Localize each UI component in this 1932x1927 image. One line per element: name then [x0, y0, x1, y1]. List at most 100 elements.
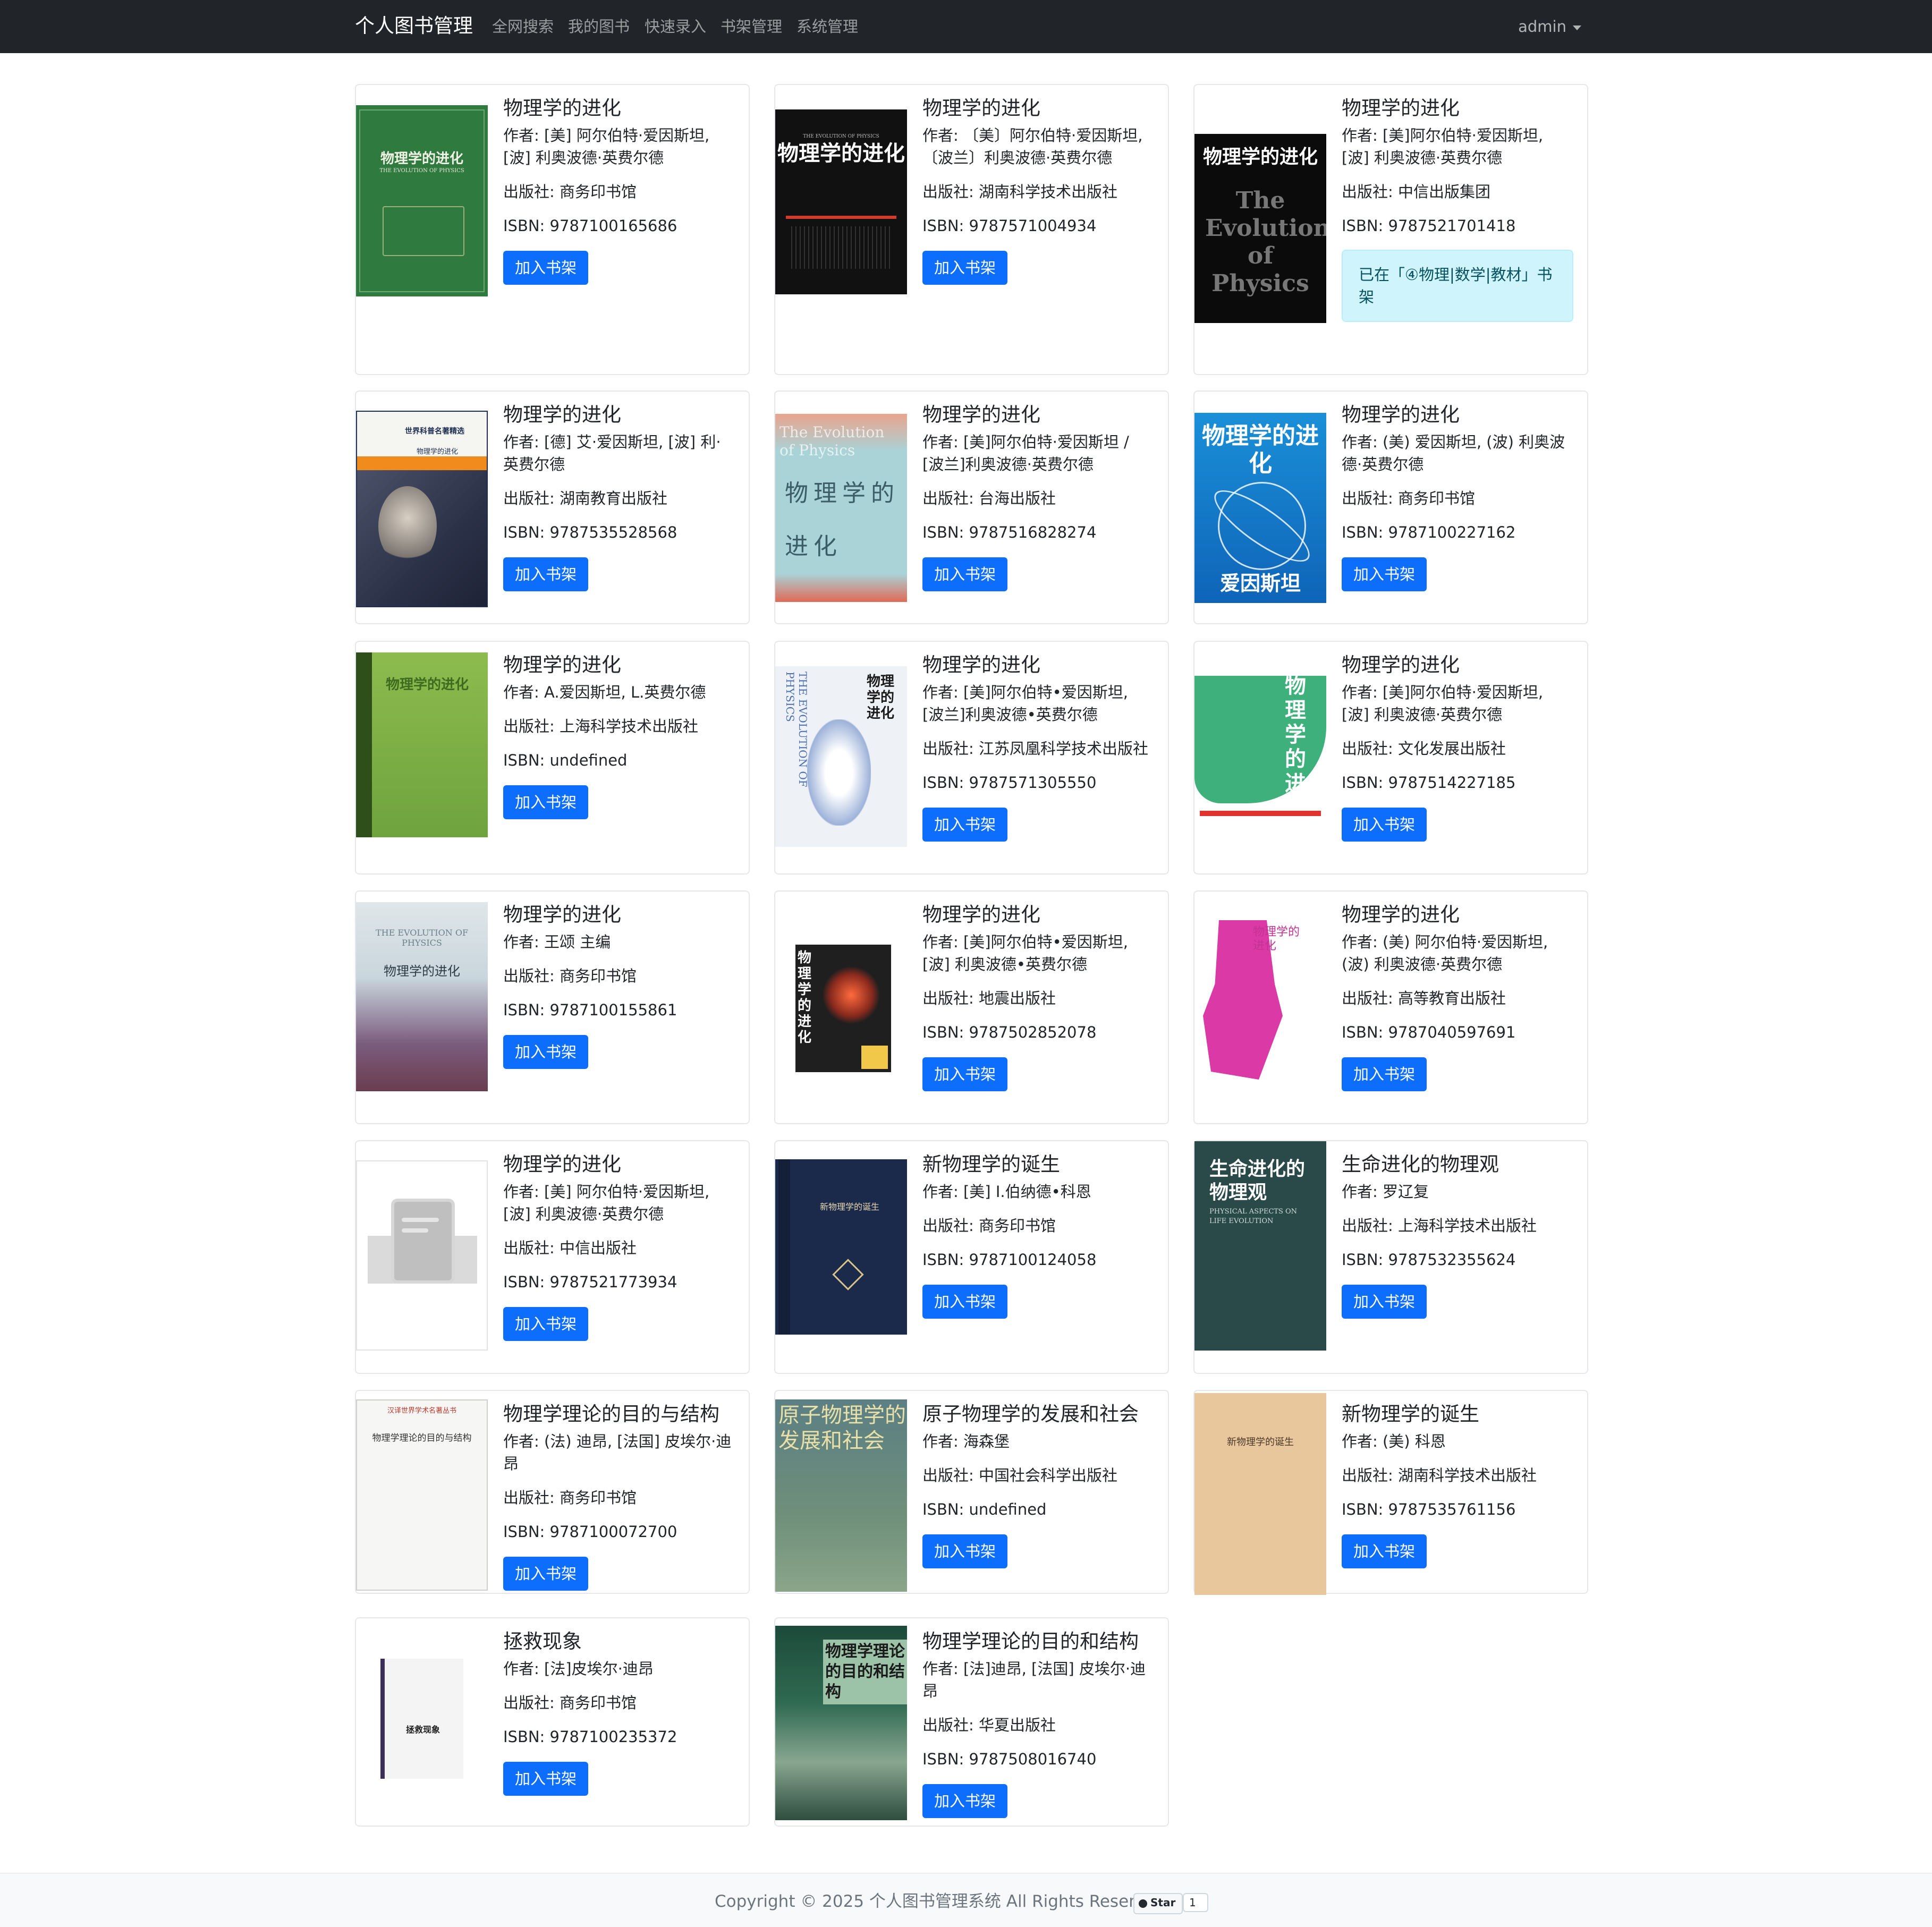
add-to-shelf-button[interactable]: 加入书架	[1342, 557, 1427, 591]
book-author: 作者: (美) 爱因斯坦, (波) 利奥波德·英费尔德	[1342, 433, 1565, 473]
add-to-shelf-button[interactable]: 加入书架	[922, 251, 1008, 285]
book-card: 物理学的进化 THE EVOLUTION OF PHYSICS 物理学的进化 作…	[355, 84, 750, 375]
book-publisher: 出版社: 高等教育出版社	[1342, 989, 1506, 1007]
book-isbn: ISBN: 9787535761156	[1342, 1500, 1516, 1518]
add-to-shelf-button[interactable]: 加入书架	[1342, 1285, 1427, 1319]
add-to-shelf-button[interactable]: 加入书架	[503, 557, 589, 591]
add-to-shelf-button[interactable]: 加入书架	[503, 1762, 589, 1796]
book-publisher: 出版社: 商务印书馆	[503, 1489, 637, 1507]
book-publisher: 出版社: 商务印书馆	[1342, 489, 1475, 507]
book-author: 作者: (法) 迪昂, [法国] 皮埃尔·迪昂	[503, 1432, 732, 1473]
book-isbn: ISBN: 9787571004934	[922, 217, 1097, 235]
add-to-shelf-button[interactable]: 加入书架	[922, 1285, 1008, 1319]
nav-link-shelf-management[interactable]: 书架管理	[721, 15, 782, 38]
book-cover: 物理学的进化 爱因斯坦	[1194, 413, 1326, 603]
book-isbn: ISBN: 9787516828274	[922, 523, 1097, 541]
book-isbn: ISBN: 9787100124058	[922, 1251, 1097, 1269]
book-title: 物理学的进化	[1342, 653, 1460, 676]
book-isbn: ISBN: 9787514227185	[1342, 774, 1516, 792]
book-isbn: ISBN: undefined	[503, 751, 628, 769]
book-cover: 物理学的进化 THE EVOLUTION OF PHYSICS	[775, 666, 907, 847]
book-author: 作者: [法]迪昂, [法国] 皮埃尔·迪昂	[922, 1660, 1146, 1700]
book-author: 作者: 王颂 主编	[503, 933, 611, 951]
book-cover: 物理学的进化	[1194, 920, 1326, 1096]
book-cover: 汉译世界学术名著丛书 物理学理论的目的与结构	[356, 1399, 488, 1591]
book-title: 物理学的进化	[503, 97, 621, 120]
book-title: 新物理学的诞生	[1342, 1403, 1479, 1425]
add-to-shelf-button[interactable]: 加入书架	[922, 557, 1008, 591]
book-card: 物理学的进化 THE EVOLUTION OF PHYSICS 物理学的进化 作…	[774, 84, 1169, 375]
book-author: 作者: 罗辽复	[1342, 1183, 1429, 1201]
top-navbar: 个人图书管理 全网搜索 我的图书 快速录入 书架管理 系统管理 admin	[0, 0, 1932, 53]
book-publisher: 出版社: 江苏凤凰科学技术出版社	[922, 740, 1148, 758]
book-isbn: ISBN: 9787040597691	[1342, 1023, 1516, 1041]
book-publisher: 出版社: 商务印书馆	[503, 183, 637, 201]
book-publisher: 出版社: 湖南科学技术出版社	[922, 183, 1117, 201]
add-to-shelf-button[interactable]: 加入书架	[503, 1307, 589, 1341]
book-cover: 新物理学的诞生	[775, 1159, 907, 1335]
book-isbn: ISBN: 9787521701418	[1342, 217, 1516, 235]
add-to-shelf-button[interactable]: 加入书架	[922, 1534, 1008, 1568]
add-to-shelf-button[interactable]: 加入书架	[503, 785, 589, 819]
book-title: 物理学的进化	[922, 403, 1040, 426]
book-cover: 物理学的进化	[356, 652, 488, 837]
add-to-shelf-button[interactable]: 加入书架	[922, 808, 1008, 842]
caret-down-icon	[1573, 25, 1581, 30]
book-author: 作者: (美) 科恩	[1342, 1432, 1446, 1450]
add-to-shelf-button[interactable]: 加入书架	[503, 1035, 589, 1069]
book-cover: THE EVOLUTION OF PHYSICS 物理学的进化	[356, 902, 488, 1091]
book-title: 原子物理学的发展和社会	[922, 1403, 1139, 1425]
book-isbn: ISBN: 9787535528568	[503, 523, 677, 541]
book-author: 作者: (美) 阿尔伯特·爱因斯坦, (波) 利奥波德·英费尔德	[1342, 933, 1548, 973]
book-author: 作者: [美] 阿尔伯特·爱因斯坦, [波] 利奥波德·英费尔德	[503, 126, 710, 167]
book-title: 物理学的进化	[922, 97, 1040, 120]
book-cover: 生命进化的物理观 PHYSICAL ASPECTS ON LIFE EVOLUT…	[1194, 1141, 1326, 1351]
book-title: 物理学的进化	[1342, 403, 1460, 426]
book-title: 物理学理论的目的和结构	[922, 1630, 1139, 1653]
nav-link-my-books[interactable]: 我的图书	[568, 15, 630, 38]
book-author: 作者: 海森堡	[922, 1432, 1010, 1450]
add-to-shelf-button[interactable]: 加入书架	[1342, 1057, 1427, 1091]
book-isbn: ISBN: 9787502852078	[922, 1023, 1097, 1041]
book-card: 拯救现象 拯救现象 作者: [法]皮埃尔·迪昂 出版社: 商务印书馆 ISBN:…	[355, 1617, 750, 1827]
book-author: 作者: [美]阿尔伯特·爱因斯坦 / [波兰]利奥波德·英费尔德	[922, 433, 1129, 473]
book-author: 作者: [法]皮埃尔·迪昂	[503, 1660, 654, 1678]
book-title: 物理学的进化	[1342, 97, 1460, 120]
book-card: 物理学的进化 The Evolution of Physics 物理学的进化 作…	[1193, 84, 1588, 375]
book-publisher: 出版社: 中国社会科学出版社	[922, 1466, 1117, 1484]
add-to-shelf-button[interactable]: 加入书架	[1342, 1534, 1427, 1568]
already-on-shelf-notice: 已在「④物理|数学|教材」书架	[1342, 250, 1573, 322]
nav-link-search[interactable]: 全网搜索	[492, 15, 554, 38]
page-footer: Copyright © 2025 个人图书管理系统 All Rights Res…	[0, 1873, 1932, 1927]
book-isbn: ISBN: 9787100155861	[503, 1001, 677, 1019]
book-author: 作者: [德] 艾·爱因斯坦, [波] 利·英费尔德	[503, 433, 721, 473]
book-author: 作者: [美] I.伯纳德•科恩	[922, 1183, 1091, 1201]
book-cover: 拯救现象	[380, 1659, 463, 1779]
add-to-shelf-button[interactable]: 加入书架	[922, 1784, 1008, 1818]
book-cover: 物理学的进化 THE EVOLUTION OF PHYSICS	[356, 105, 488, 296]
add-to-shelf-button[interactable]: 加入书架	[1342, 808, 1427, 842]
book-title: 物理学的进化	[503, 653, 621, 676]
app-brand[interactable]: 个人图书管理	[355, 13, 473, 39]
book-publisher: 出版社: 文化发展出版社	[1342, 740, 1506, 758]
star-count[interactable]: 1	[1183, 1893, 1208, 1912]
book-card: 物理学的进化 物理学的进化 作者: (美) 阿尔伯特·爱因斯坦, (波) 利奥波…	[1193, 890, 1588, 1124]
book-publisher: 出版社: 商务印书馆	[503, 967, 637, 985]
user-menu-dropdown[interactable]: admin	[1518, 15, 1581, 38]
github-star-button[interactable]: Star	[1133, 1893, 1183, 1914]
add-to-shelf-button[interactable]: 加入书架	[503, 1557, 589, 1591]
book-publisher: 出版社: 湖南教育出版社	[503, 489, 667, 507]
book-title: 物理学的进化	[503, 903, 621, 926]
github-icon	[1139, 1899, 1147, 1908]
add-to-shelf-button[interactable]: 加入书架	[503, 251, 589, 285]
book-publisher: 出版社: 地震出版社	[922, 989, 1056, 1007]
nav-link-system-management[interactable]: 系统管理	[796, 15, 858, 38]
book-cover: 物理学的进化 THE EVOLUTION OF PHYSICS	[775, 109, 907, 294]
book-card: 新物理学的诞生 新物理学的诞生 作者: (美) 科恩 出版社: 湖南科学技术出版…	[1193, 1390, 1588, 1595]
book-title: 拯救现象	[503, 1630, 582, 1653]
nav-link-quick-entry[interactable]: 快速录入	[645, 15, 706, 38]
add-to-shelf-button[interactable]: 加入书架	[922, 1057, 1008, 1091]
book-author: 作者: [美]阿尔伯特·爱因斯坦, [波] 利奥波德·英费尔德	[1342, 126, 1544, 167]
book-placeholder-icon	[368, 1199, 477, 1300]
book-publisher: 出版社: 商务印书馆	[922, 1217, 1056, 1235]
